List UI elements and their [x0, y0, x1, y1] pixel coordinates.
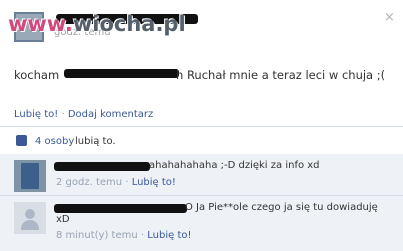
likes-count-link[interactable]: 4 osoby [35, 136, 74, 147]
close-icon[interactable]: × [384, 10, 395, 25]
comment-1: ahahahahaha ;-D dzięki za info xd 2 godz… [0, 154, 403, 196]
comment-1-meta: 2 godz. temu · Lubię to! [56, 177, 176, 188]
like-post-button[interactable]: Lubię to! [14, 109, 58, 120]
comment-2-text-line-2: xD [56, 214, 70, 225]
post-text-redaction [64, 69, 179, 78]
add-comment-button[interactable]: Dodaj komentarz [68, 109, 153, 120]
thumbs-up-icon [16, 135, 27, 146]
comment-1-avatar[interactable] [14, 160, 46, 192]
default-avatar-head-icon [25, 209, 35, 219]
comment-2-avatar[interactable] [14, 202, 46, 234]
likes-label: lubią to. [75, 136, 116, 147]
comment-1-avatar-image [21, 163, 39, 189]
comment-1-like-button[interactable]: Lubię to! [132, 177, 176, 188]
watermark: www.wiocha.pl [8, 12, 186, 36]
comment-2-like-button[interactable]: Lubię to! [147, 230, 191, 241]
comment-2: O Ja Pie**ole czego ja się tu dowiaduję … [0, 196, 403, 251]
watermark-text-left: www. [8, 12, 73, 36]
comment-2-separator: · [140, 230, 145, 241]
post-text-prefix: kocham [14, 68, 60, 82]
comment-1-separator: · [125, 177, 129, 188]
post-text-rest: h Ruchał mnie a teraz leci w chuja ;( [176, 68, 386, 82]
default-avatar-body-icon [21, 220, 39, 230]
likes-row: 4 osoby lubią to. [0, 126, 403, 155]
comment-1-time: 2 godz. temu [56, 177, 123, 188]
comment-2-author-redaction [54, 204, 187, 213]
post-actions: Lubię to! · Dodaj komentarz [14, 109, 153, 120]
comment-1-author-redaction [54, 162, 150, 171]
comment-2-time: 8 minut(y) temu [56, 230, 138, 241]
watermark-text-right: wiocha.pl [72, 12, 186, 36]
comment-2-meta: 8 minut(y) temu · Lubię to! [56, 230, 192, 241]
comment-1-text: ahahahahaha ;-D dzięki za info xd [149, 160, 320, 171]
actions-separator: · [61, 109, 65, 120]
comment-2-text-line-1: O Ja Pie**ole czego ja się tu dowiaduję [185, 202, 378, 213]
